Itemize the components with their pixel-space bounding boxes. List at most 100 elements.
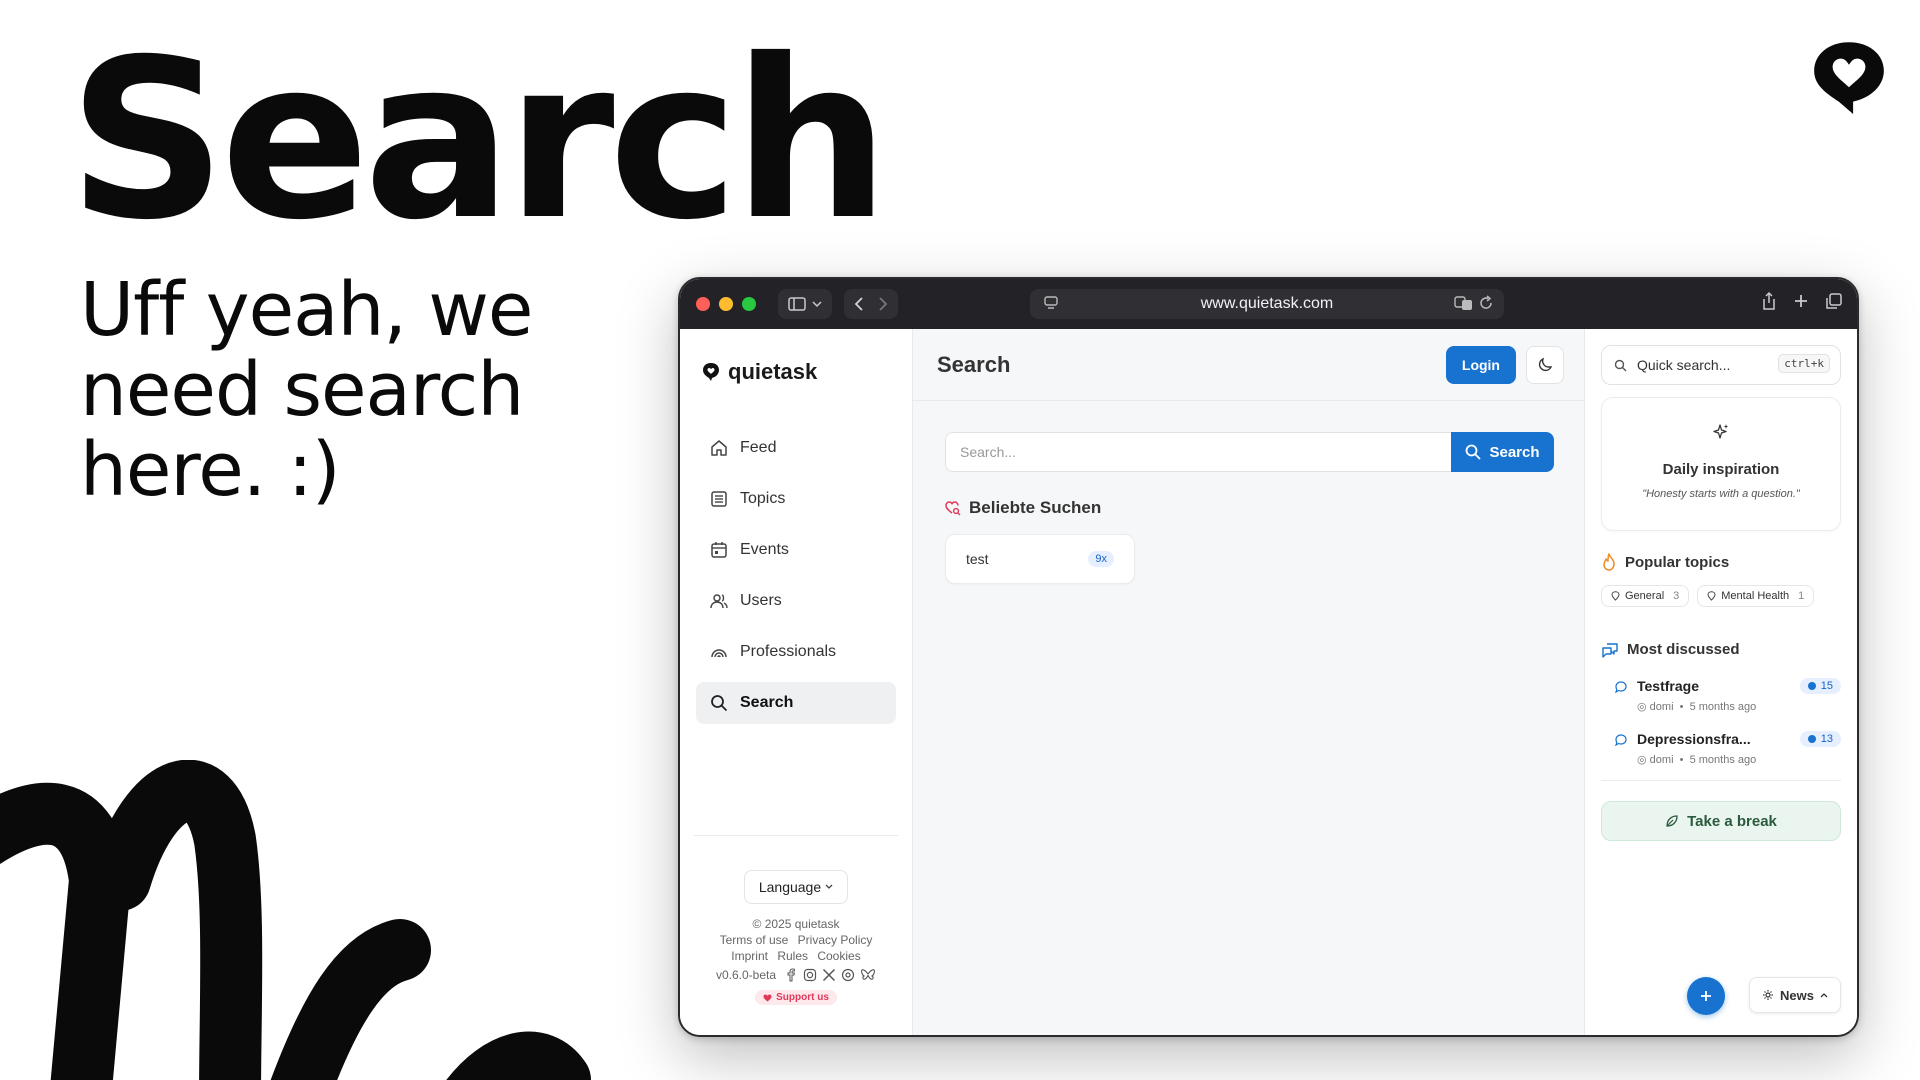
sidebar-toggle-button[interactable] bbox=[778, 289, 832, 319]
sidebar-item-events[interactable]: Events bbox=[696, 529, 896, 571]
news-button[interactable]: News bbox=[1749, 977, 1841, 1013]
sidebar-item-label: Events bbox=[740, 541, 789, 558]
list-icon bbox=[711, 491, 727, 507]
sidebar-item-search[interactable]: Search bbox=[696, 682, 896, 724]
users-icon bbox=[710, 594, 728, 609]
popular-searches-label: Beliebte Suchen bbox=[969, 498, 1102, 517]
imprint-link[interactable]: Imprint bbox=[731, 949, 768, 963]
forward-icon[interactable] bbox=[878, 297, 888, 311]
calendar-icon bbox=[711, 542, 727, 558]
sidebar-item-feed[interactable]: Feed bbox=[696, 427, 896, 469]
brand-name: quietask bbox=[728, 359, 818, 384]
language-select[interactable]: Language bbox=[743, 870, 849, 904]
page-settings-icon[interactable] bbox=[1044, 295, 1058, 311]
discussed-item[interactable]: Depressionsfra... 13 ◎ domi • 5 months a… bbox=[1601, 731, 1841, 766]
minimize-window-button[interactable] bbox=[719, 297, 733, 311]
sidebar-item-professionals[interactable]: Professionals bbox=[696, 631, 896, 673]
privacy-link[interactable]: Privacy Policy bbox=[798, 933, 873, 947]
terms-link[interactable]: Terms of use bbox=[720, 933, 789, 947]
translate-icon[interactable] bbox=[1454, 294, 1474, 312]
share-icon[interactable] bbox=[1761, 291, 1777, 311]
comment-count-badge: 13 bbox=[1799, 731, 1841, 747]
main-content: Search Login Search... Search Beliebte S… bbox=[913, 329, 1584, 1035]
popular-search-item[interactable]: test 9x bbox=[945, 534, 1135, 584]
rules-link[interactable]: Rules bbox=[777, 949, 808, 963]
search-icon bbox=[711, 695, 728, 712]
new-tab-icon[interactable] bbox=[1793, 291, 1809, 311]
x-icon[interactable] bbox=[822, 968, 836, 982]
address-bar[interactable]: www.quietask.com bbox=[1030, 289, 1504, 319]
search-icon bbox=[1466, 444, 1482, 460]
topic-tag-mental-health[interactable]: Mental Health 1 bbox=[1697, 585, 1815, 607]
sidebar-nav: Feed Topics Events Users Professionals S… bbox=[680, 427, 912, 724]
theme-toggle-button[interactable] bbox=[1526, 345, 1564, 384]
comment-count: 15 bbox=[1820, 680, 1833, 692]
inspiration-quote: "Honesty starts with a question." bbox=[1642, 488, 1800, 500]
main-header: Search Login bbox=[913, 329, 1584, 401]
instagram-icon[interactable] bbox=[803, 968, 817, 982]
window-controls bbox=[696, 297, 756, 311]
comment-count-badge: 15 bbox=[1799, 678, 1841, 694]
sidebar-icon bbox=[788, 297, 806, 311]
sidebar: quietask Feed Topics Events Users Profes… bbox=[680, 329, 913, 1035]
popular-topics-heading: Popular topics bbox=[1601, 553, 1841, 571]
support-us-button[interactable]: Support us bbox=[755, 990, 837, 1005]
bluesky-icon[interactable] bbox=[860, 968, 876, 982]
heart-icon bbox=[763, 994, 772, 1001]
browser-window: www.quietask.com quietask Feed Topics Ev… bbox=[678, 277, 1859, 1037]
sidebar-item-label: Professionals bbox=[740, 643, 837, 660]
chevron-down-icon bbox=[812, 301, 822, 308]
discussed-author: domi bbox=[1649, 701, 1674, 713]
search-button[interactable]: Search bbox=[1451, 432, 1554, 472]
most-discussed-heading: Most discussed bbox=[1601, 641, 1841, 658]
discussed-title: Depressionsfra... bbox=[1637, 731, 1751, 747]
tab-overview-icon[interactable] bbox=[1825, 291, 1843, 311]
sparkles-icon bbox=[1713, 424, 1729, 439]
back-icon[interactable] bbox=[854, 297, 864, 311]
support-label: Support us bbox=[776, 992, 829, 1003]
inspiration-title: Daily inspiration bbox=[1662, 461, 1780, 478]
heart-search-icon bbox=[945, 501, 961, 516]
pin-icon bbox=[1611, 591, 1620, 601]
sidebar-item-label: Feed bbox=[740, 439, 777, 456]
topic-tag-general[interactable]: General 3 bbox=[1601, 585, 1690, 607]
bubble-icon bbox=[1807, 735, 1816, 743]
search-button-label: Search bbox=[1489, 443, 1540, 461]
pin-icon bbox=[1707, 591, 1716, 601]
comment-icon bbox=[1615, 681, 1627, 693]
topic-name: Mental Health bbox=[1721, 590, 1790, 602]
url-text: www.quietask.com bbox=[1200, 295, 1334, 312]
popular-search-term: test bbox=[966, 551, 989, 567]
quick-search-input[interactable]: Quick search... ctrl+k bbox=[1601, 345, 1841, 385]
threads-icon[interactable] bbox=[841, 968, 855, 982]
sidebar-item-label: Users bbox=[740, 592, 782, 609]
browser-actions bbox=[1761, 291, 1843, 311]
cookies-link[interactable]: Cookies bbox=[817, 949, 860, 963]
take-a-break-button[interactable]: Take a break bbox=[1601, 801, 1841, 841]
sidebar-footer: Language © 2025 quietask Terms of use Pr… bbox=[694, 835, 898, 1035]
reload-icon[interactable] bbox=[1478, 294, 1494, 312]
quietask-logo-icon bbox=[703, 363, 719, 381]
close-window-button[interactable] bbox=[696, 297, 710, 311]
comment-count: 13 bbox=[1820, 733, 1833, 745]
language-label: Language bbox=[758, 879, 822, 895]
page-title: Search bbox=[937, 351, 1011, 377]
discussed-item[interactable]: Testfrage 15 ◎ domi • 5 months ago bbox=[1601, 678, 1841, 713]
topic-count: 1 bbox=[1798, 590, 1805, 602]
discussed-author: domi bbox=[1649, 754, 1674, 766]
sidebar-item-topics[interactable]: Topics bbox=[696, 478, 896, 520]
search-input[interactable]: Search... bbox=[945, 432, 1451, 472]
app-logo[interactable]: quietask bbox=[680, 329, 912, 385]
history-nav bbox=[844, 289, 898, 319]
sidebar-item-users[interactable]: Users bbox=[696, 580, 896, 622]
facebook-icon[interactable] bbox=[784, 968, 798, 982]
flame-icon bbox=[1603, 553, 1615, 571]
popular-search-count: 9x bbox=[1088, 551, 1114, 567]
create-post-button[interactable] bbox=[1687, 977, 1725, 1015]
discussed-time: 5 months ago bbox=[1689, 701, 1757, 713]
discussed-time: 5 months ago bbox=[1689, 754, 1757, 766]
plus-icon bbox=[1701, 991, 1711, 1001]
login-button[interactable]: Login bbox=[1445, 345, 1516, 384]
maximize-window-button[interactable] bbox=[742, 297, 756, 311]
version-text: v0.6.0-beta bbox=[715, 968, 777, 982]
